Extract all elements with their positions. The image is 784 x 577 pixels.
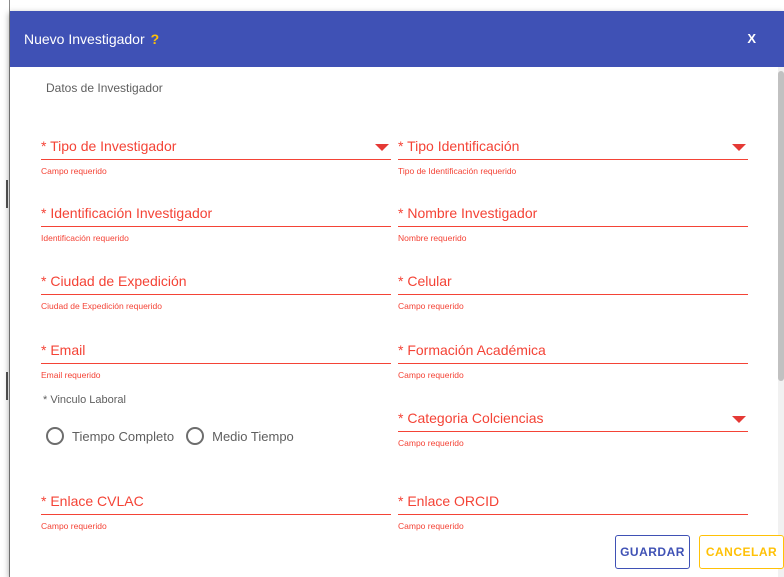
dialog-title-text: Nuevo Investigador <box>24 31 145 47</box>
scrollbar-thumb[interactable] <box>778 71 784 381</box>
caret-down-icon[interactable] <box>375 144 389 151</box>
radio-circle-icon[interactable] <box>46 427 64 445</box>
field-underline <box>41 294 391 295</box>
tipo-investigador-label: * Tipo de Investigador <box>41 138 177 154</box>
save-button[interactable]: GUARDAR <box>615 535 690 569</box>
nombre-input[interactable]: * Nombre Investigador Nombre requerido <box>398 205 748 251</box>
cancel-button[interactable]: CANCELAR <box>699 535 784 569</box>
enlace-cvlac-error: Campo requerido <box>41 521 107 531</box>
formacion-academica-error: Campo requerido <box>398 370 464 380</box>
radio-tiempo-completo[interactable]: Tiempo Completo <box>46 427 174 445</box>
field-underline <box>41 159 391 160</box>
field-underline <box>41 514 391 515</box>
ciudad-expedicion-label: * Ciudad de Expedición <box>41 273 187 289</box>
field-underline <box>398 431 748 432</box>
enlace-cvlac-label: * Enlace CVLAC <box>41 493 144 509</box>
field-underline <box>398 226 748 227</box>
field-underline <box>398 514 748 515</box>
celular-error: Campo requerido <box>398 301 464 311</box>
email-error: Email requerido <box>41 370 101 380</box>
field-underline <box>41 363 391 364</box>
ciudad-expedicion-input[interactable]: * Ciudad de Expedición Ciudad de Expedic… <box>41 273 391 319</box>
field-underline <box>398 363 748 364</box>
email-label: * Email <box>41 342 86 358</box>
tipo-identificacion-label: * Tipo Identificación <box>398 138 520 154</box>
identificacion-error: Identificación requerido <box>41 233 129 243</box>
categoria-colciencias-select[interactable]: * Categoria Colciencias Campo requerido <box>398 410 748 456</box>
section-title: Datos de Investigador <box>46 81 163 95</box>
caret-down-icon[interactable] <box>732 416 746 423</box>
background-mark <box>6 180 8 208</box>
radio-label: Tiempo Completo <box>72 428 175 444</box>
email-input[interactable]: * Email Email requerido <box>41 342 391 388</box>
enlace-orcid-error: Campo requerido <box>398 521 464 531</box>
caret-down-icon[interactable] <box>732 144 746 151</box>
vinculo-laboral-radio-group: Tiempo Completo Medio Tiempo <box>46 427 306 445</box>
categoria-colciencias-label: * Categoria Colciencias <box>398 410 544 426</box>
radio-medio-tiempo[interactable]: Medio Tiempo <box>186 427 294 445</box>
dialog-header: Nuevo Investigador? X <box>10 11 784 67</box>
ciudad-expedicion-error: Ciudad de Expedición requerido <box>41 301 162 311</box>
identificacion-input[interactable]: * Identificación Investigador Identifica… <box>41 205 391 251</box>
close-button[interactable]: X <box>747 31 756 46</box>
formacion-academica-input[interactable]: * Formación Académica Campo requerido <box>398 342 748 388</box>
new-researcher-dialog: Nuevo Investigador? X Datos de Investiga… <box>10 11 784 577</box>
identificacion-label: * Identificación Investigador <box>41 205 213 221</box>
scrollbar[interactable] <box>778 67 784 577</box>
dialog-title: Nuevo Investigador? <box>24 31 159 47</box>
help-icon[interactable]: ? <box>151 31 160 47</box>
enlace-orcid-input[interactable]: * Enlace ORCID Campo requerido <box>398 493 748 539</box>
formacion-academica-label: * Formación Académica <box>398 342 546 358</box>
tipo-investigador-error: Campo requerido <box>41 166 107 176</box>
categoria-colciencias-error: Campo requerido <box>398 438 464 448</box>
nombre-error: Nombre requerido <box>398 233 467 243</box>
vinculo-laboral-label: * Vinculo Laboral <box>43 394 126 406</box>
enlace-cvlac-input[interactable]: * Enlace CVLAC Campo requerido <box>41 493 391 539</box>
field-underline <box>398 294 748 295</box>
field-underline <box>398 159 748 160</box>
field-underline <box>41 226 391 227</box>
tipo-identificacion-error: Tipo de Identificación requerido <box>398 166 517 176</box>
celular-input[interactable]: * Celular Campo requerido <box>398 273 748 319</box>
nombre-label: * Nombre Investigador <box>398 205 538 221</box>
tipo-identificacion-select[interactable]: * Tipo Identificación Tipo de Identifica… <box>398 138 748 184</box>
background-page-edge <box>0 0 10 577</box>
background-mark <box>6 372 8 400</box>
radio-circle-icon[interactable] <box>186 427 205 445</box>
radio-label: Medio Tiempo <box>212 428 294 444</box>
enlace-orcid-label: * Enlace ORCID <box>398 493 500 509</box>
tipo-investigador-select[interactable]: * Tipo de Investigador Campo requerido <box>41 138 391 184</box>
celular-label: * Celular <box>398 273 452 289</box>
